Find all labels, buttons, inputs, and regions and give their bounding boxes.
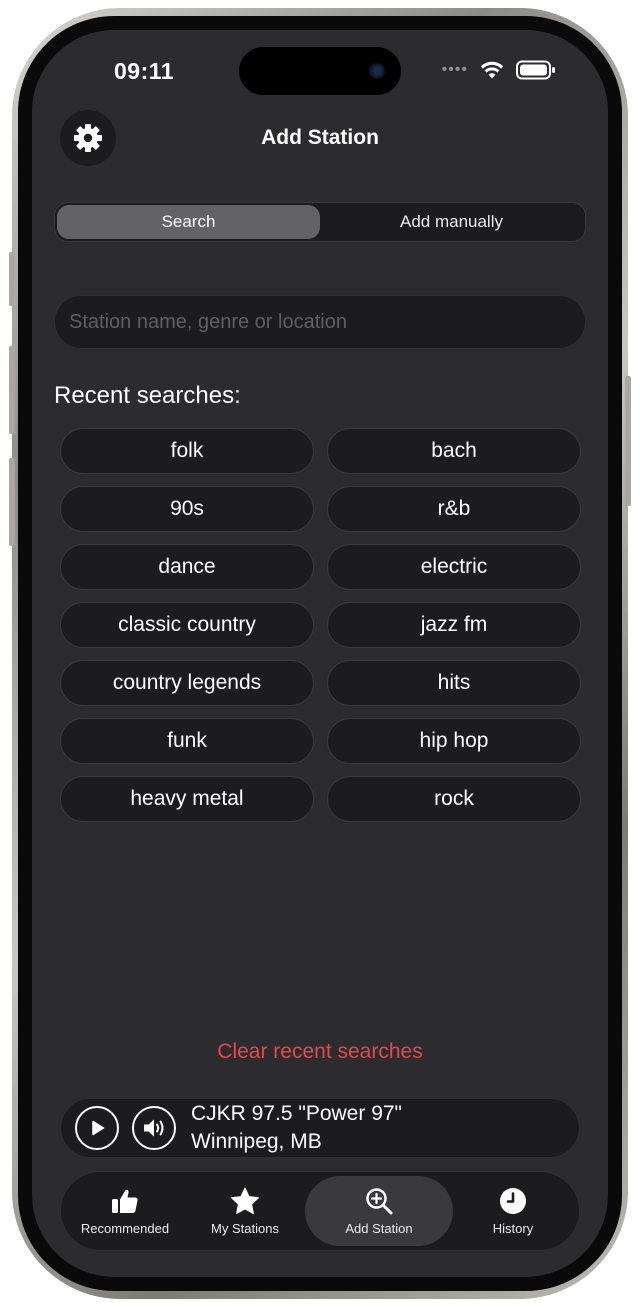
recent-searches-list: folk bach 90s r&b dance electric classic… xyxy=(60,428,582,822)
volume-down-button xyxy=(9,458,15,546)
recent-search-chip[interactable]: folk xyxy=(60,428,314,474)
segment-search[interactable]: Search xyxy=(57,205,320,239)
recent-search-chip[interactable]: hits xyxy=(327,660,581,706)
tab-recommended[interactable]: Recommended xyxy=(65,1176,185,1246)
power-button xyxy=(625,376,631,506)
search-mode-segmented-control: Search Add manually xyxy=(54,202,586,242)
tab-add-station[interactable]: Add Station xyxy=(305,1176,453,1246)
station-location: Winnipeg, MB xyxy=(191,1130,322,1153)
screen: 09:11 •••• Add Station Search Add manual… xyxy=(32,30,608,1277)
status-indicators: •••• xyxy=(442,60,556,80)
tab-label: Add Station xyxy=(345,1220,413,1236)
recent-search-chip[interactable]: electric xyxy=(327,544,581,590)
recent-search-chip[interactable]: hip hop xyxy=(327,718,581,764)
star-icon xyxy=(231,1187,259,1214)
play-icon xyxy=(92,1120,105,1136)
volume-button[interactable] xyxy=(132,1106,176,1150)
tab-my-stations[interactable]: My Stations xyxy=(185,1176,305,1246)
page-title: Add Station xyxy=(261,126,379,149)
recent-search-chip[interactable]: country legends xyxy=(60,660,314,706)
magnifier-plus-icon xyxy=(366,1187,393,1214)
battery-icon xyxy=(516,60,555,80)
station-name: CJKR 97.5 "Power 97" xyxy=(191,1102,403,1125)
volume-up-button xyxy=(9,346,15,434)
now-playing-bar: CJKR 97.5 "Power 97" Winnipeg, MB xyxy=(60,1098,580,1158)
segment-add-manually[interactable]: Add manually xyxy=(320,205,583,239)
recent-search-chip[interactable]: classic country xyxy=(60,602,314,648)
recent-search-chip[interactable]: heavy metal xyxy=(60,776,314,822)
dynamic-island xyxy=(239,47,401,95)
speaker-icon xyxy=(144,1119,164,1137)
status-time: 09:11 xyxy=(114,58,175,84)
recent-search-chip[interactable]: bach xyxy=(327,428,581,474)
recent-search-chip[interactable]: 90s xyxy=(60,486,314,532)
camera-icon xyxy=(369,63,385,79)
search-field xyxy=(54,295,586,349)
recent-searches-label: Recent searches: xyxy=(54,382,241,409)
recent-search-chip[interactable]: dance xyxy=(60,544,314,590)
recent-search-chip[interactable]: r&b xyxy=(327,486,581,532)
search-input[interactable] xyxy=(69,310,571,334)
clear-recent-searches-button[interactable]: Clear recent searches xyxy=(32,1040,608,1064)
recent-search-chip[interactable]: rock xyxy=(327,776,581,822)
tab-label: Recommended xyxy=(80,1220,170,1236)
tab-history[interactable]: History xyxy=(453,1176,573,1246)
now-playing-info[interactable]: CJKR 97.5 "Power 97" Winnipeg, MB xyxy=(191,1100,402,1156)
recent-search-chip[interactable]: jazz fm xyxy=(327,602,581,648)
thumbs-up-icon xyxy=(112,1189,138,1213)
tab-label: My Stations xyxy=(211,1220,279,1236)
action-button xyxy=(9,252,15,306)
play-button[interactable] xyxy=(75,1106,119,1150)
cellular-signal-icon: •••• xyxy=(441,61,468,78)
clock-icon xyxy=(500,1187,526,1214)
tab-bar: Recommended My Stations Add Station Hist… xyxy=(60,1171,580,1251)
tab-label: History xyxy=(492,1220,534,1236)
recent-search-chip[interactable]: funk xyxy=(60,718,314,764)
wifi-icon xyxy=(480,61,504,79)
